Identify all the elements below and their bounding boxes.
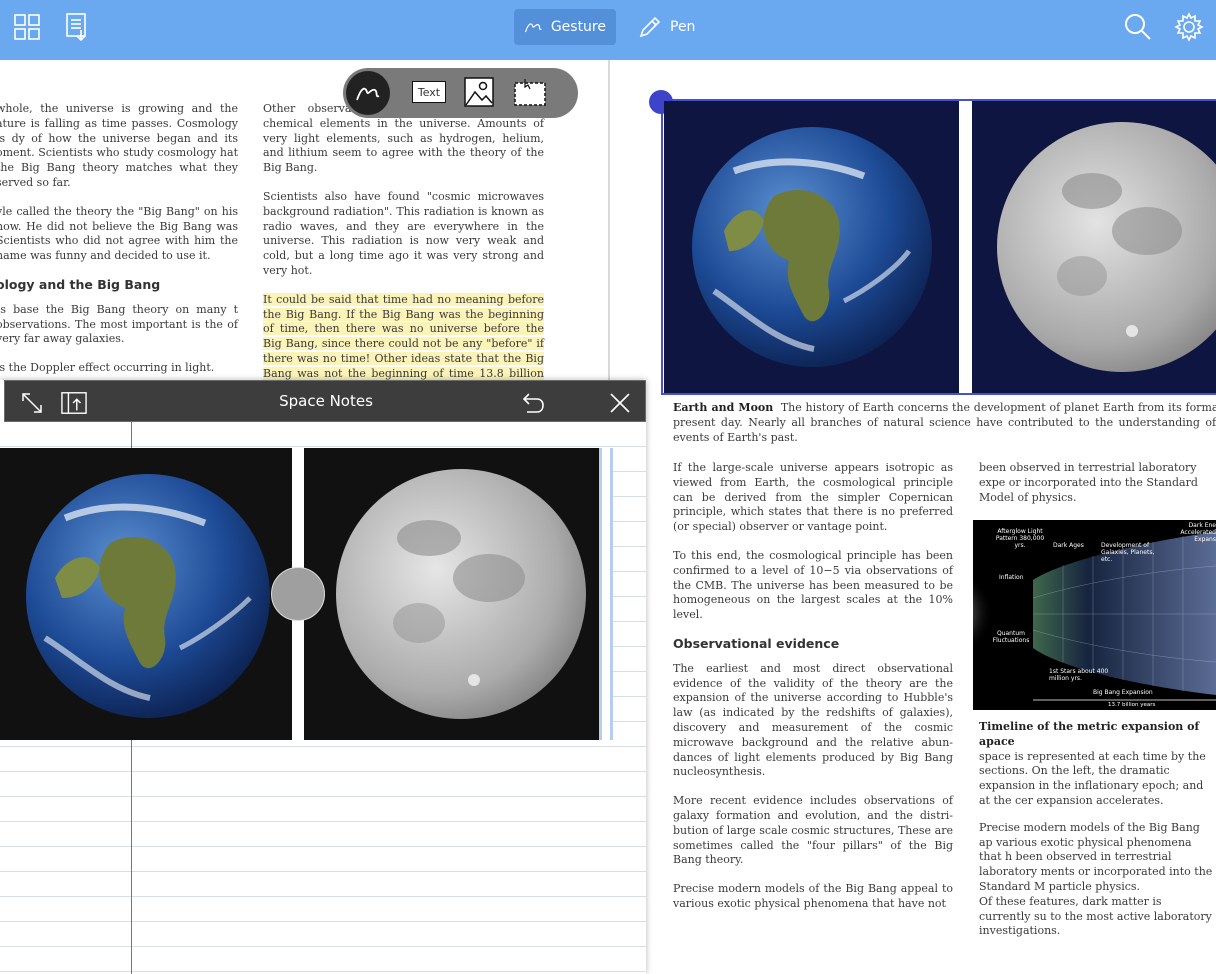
paragraph: Precise modern models of the Big Bang ap… xyxy=(979,820,1213,893)
section-heading: ology and the Big Bang xyxy=(0,276,161,292)
undo-icon[interactable] xyxy=(519,390,545,416)
freehand-tool-button[interactable] xyxy=(346,71,390,115)
earth-image[interactable] xyxy=(664,101,959,393)
paragraph: is the Doppler effect occurring in light… xyxy=(0,361,215,375)
notes-header: Space Notes xyxy=(4,380,646,422)
close-icon[interactable] xyxy=(607,390,633,416)
search-icon[interactable] xyxy=(1121,10,1155,44)
cosmic-timeline-diagram[interactable]: Afterglow Light Pattern 380,000 yrs. Dar… xyxy=(973,520,1216,710)
paragraph: ts base the Big Bang theory on many t ob… xyxy=(0,302,238,346)
right-page-column-1: If the large-scale universe appears isot… xyxy=(673,461,953,926)
top-toolbar: Gesture Pen xyxy=(0,0,1216,60)
label-first-stars: 1st Stars about 400 million yrs. xyxy=(1049,668,1109,682)
paragraph: Scientists also have found "cosmic micro… xyxy=(263,189,544,277)
label-inflation: Inflation xyxy=(999,574,1024,581)
paragraph: More recent evidence includes observatio… xyxy=(673,794,953,867)
selection-tool-icon[interactable] xyxy=(513,79,547,111)
paragraph: been observed in terrestrial laboratory … xyxy=(979,461,1198,504)
gesture-mode-button[interactable]: Gesture xyxy=(514,9,616,45)
label-years: 13.7 billion years xyxy=(1108,702,1156,708)
image-drag-handle[interactable] xyxy=(271,567,325,621)
gesture-label: Gesture xyxy=(550,19,606,35)
export-icon[interactable] xyxy=(60,10,94,44)
gesture-icon xyxy=(524,23,542,33)
figure-title: Timeline of the metric expansion of apac… xyxy=(979,720,1200,748)
label-expansion: Big Bang Expansion xyxy=(1093,689,1153,696)
notes-title: Space Notes xyxy=(279,392,373,410)
notes-earth-image[interactable] xyxy=(0,448,292,740)
freehand-icon xyxy=(356,87,380,101)
image-tool-icon[interactable] xyxy=(464,77,494,111)
pen-mode-button[interactable]: Pen xyxy=(628,9,708,45)
label-development: Development of Galaxies, Planets, etc. xyxy=(1101,542,1155,563)
text-tool-button[interactable]: Text xyxy=(412,81,446,103)
image-resize-edge[interactable] xyxy=(599,448,613,740)
left-page-column-2: Other observa theory are the amounts of … xyxy=(263,102,544,410)
section-heading: Observational evidence xyxy=(673,635,840,651)
paragraph: If the large-scale universe appears isot… xyxy=(673,461,953,534)
gear-icon[interactable] xyxy=(1172,10,1206,44)
label-quantum: Quantum Fluctuations xyxy=(992,630,1030,644)
caption-title: Earth and Moon xyxy=(673,401,774,414)
floating-tool-palette: Text xyxy=(343,68,578,118)
pen-label: Pen xyxy=(670,19,696,35)
paragraph: Precise modern models of the Big Bang ap… xyxy=(673,882,953,910)
image-caption: Earth and Moon The history of Earth conc… xyxy=(673,401,1216,445)
left-page-column-1: whole, the universe is growing and the a… xyxy=(0,102,238,390)
figure-text: space is represented at each time by the… xyxy=(979,749,1206,807)
paragraph: The earliest and most direct observation… xyxy=(673,661,953,779)
paragraph: yle called the theory the "Big Bang" on … xyxy=(0,204,238,263)
right-page-column-2-lower: Timeline of the metric expansion of apac… xyxy=(979,720,1216,953)
label-dark-energy: Dark Ene Accelerated Expans xyxy=(1180,522,1216,543)
paragraph: whole, the universe is growing and the a… xyxy=(0,102,238,189)
right-page-column-2: been observed in terrestrial laboratory … xyxy=(979,461,1216,519)
pen-icon xyxy=(639,16,661,38)
paragraph: Of these features, dark matter is curren… xyxy=(979,894,1212,938)
moon-image[interactable] xyxy=(972,101,1216,393)
grid-icon[interactable] xyxy=(10,10,44,44)
label-afterglow: Afterglow Light Pattern 380,000 yrs. xyxy=(995,528,1045,549)
paragraph: To this end, the cosmological principle … xyxy=(673,548,953,622)
label-dark-ages: Dark Ages xyxy=(1053,542,1084,549)
notes-moon-image[interactable] xyxy=(304,448,599,740)
